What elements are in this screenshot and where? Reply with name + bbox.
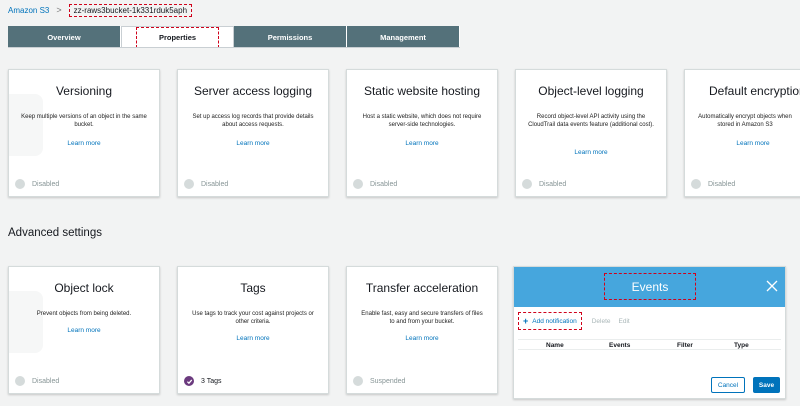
card-watermark-icon	[9, 291, 43, 353]
learn-more-link[interactable]: Learn more	[516, 149, 666, 156]
close-icon[interactable]	[765, 279, 779, 293]
column-header-filter: Filter	[677, 342, 693, 349]
add-notification-button[interactable]: + Add notification	[518, 312, 582, 330]
status-dot-icon	[353, 376, 363, 386]
status-dot-icon	[691, 179, 701, 189]
card-title: Default encryption	[709, 84, 800, 98]
add-notification-label: Add notification	[532, 317, 577, 325]
status-dot-icon	[15, 179, 25, 189]
card-title: Static website hosting	[363, 84, 481, 98]
card-status: Disabled	[522, 179, 566, 189]
card-status: Disabled	[184, 179, 228, 189]
delete-button[interactable]: Delete	[592, 318, 611, 325]
tags-card[interactable]: Tags Use tags to track your cost against…	[177, 266, 329, 394]
card-title: Tags	[240, 281, 266, 295]
card-status: Disabled	[691, 179, 735, 189]
card-title: Transfer acceleration	[365, 281, 479, 295]
card-title: Versioning	[55, 84, 113, 98]
events-table-header: Name Events Filter Type	[518, 339, 781, 350]
events-panel: Events + Add notification Delete Edit Na…	[513, 266, 786, 399]
card-description: Prevent objects from being deleted.	[36, 311, 132, 317]
learn-more-link[interactable]: Learn more	[178, 335, 328, 342]
events-title: Events	[604, 273, 696, 300]
card-status: Disabled	[353, 179, 397, 189]
card-status: Disabled	[15, 376, 59, 386]
card-description: Keep multiple versions of an object in t…	[21, 114, 147, 128]
column-header-type: Type	[734, 342, 749, 349]
card-description: Automatically encrypt objects when store…	[698, 114, 792, 128]
card-description: Enable fast, easy and secure transfers o…	[361, 311, 483, 325]
tab-properties-label: Properties	[135, 27, 220, 48]
card-description: Host a static website, which does not re…	[362, 114, 482, 128]
status-text: Disabled	[32, 180, 60, 188]
object-level-logging-card[interactable]: Object-level logging Record object-level…	[515, 69, 667, 197]
transfer-acceleration-card[interactable]: Transfer acceleration Enable fast, easy …	[346, 266, 498, 394]
breadcrumb-bucket-name: zz-raws3bucket-1k331rduk5aph	[68, 3, 193, 17]
learn-more-link[interactable]: Learn more	[723, 140, 783, 147]
plus-icon: +	[523, 316, 529, 326]
tab-divider	[8, 47, 460, 48]
status-dot-icon	[353, 179, 363, 189]
card-title: Object lock	[54, 281, 114, 295]
tab-management[interactable]: Management	[347, 26, 460, 48]
card-title: Server access logging	[193, 84, 313, 98]
status-text: Disabled	[708, 180, 736, 188]
object-lock-card[interactable]: Object lock Prevent objects from being d…	[8, 266, 160, 394]
card-title: Object-level logging	[538, 84, 644, 98]
tab-overview[interactable]: Overview	[8, 26, 121, 48]
edit-button[interactable]: Edit	[619, 318, 630, 325]
learn-more-link[interactable]: Learn more	[347, 140, 497, 147]
events-toolbar: + Add notification Delete Edit	[518, 312, 630, 330]
tab-properties[interactable]: Properties	[121, 26, 234, 48]
card-status: 3 Tags	[184, 376, 222, 386]
status-text: Disabled	[201, 180, 229, 188]
learn-more-link[interactable]: Learn more	[9, 327, 159, 334]
breadcrumb: Amazon S3 > zz-raws3bucket-1k331rduk5aph	[8, 2, 193, 18]
server-access-logging-card[interactable]: Server access logging Set up access log …	[177, 69, 329, 197]
default-encryption-card[interactable]: Default encryption Automatically encrypt…	[684, 69, 800, 197]
versioning-card[interactable]: Versioning Keep multiple versions of an …	[8, 69, 160, 197]
card-description: Record object-level API activity using t…	[528, 114, 654, 128]
column-header-events: Events	[609, 342, 631, 349]
save-button[interactable]: Save	[753, 377, 780, 393]
card-description: Use tags to track your cost against proj…	[192, 311, 314, 325]
status-dot-icon	[15, 376, 25, 386]
advanced-settings-heading: Advanced settings	[8, 227, 102, 239]
status-text: Disabled	[370, 180, 398, 188]
breadcrumb-amazon-s3-link[interactable]: Amazon S3	[8, 6, 49, 15]
card-description: Set up access log records that provide d…	[192, 114, 314, 128]
static-website-hosting-card[interactable]: Static website hosting Host a static web…	[346, 69, 498, 197]
status-text: 3 Tags	[201, 377, 222, 385]
cancel-button[interactable]: Cancel	[711, 377, 745, 393]
checkmark-icon	[184, 376, 194, 386]
tab-permissions[interactable]: Permissions	[234, 26, 347, 48]
learn-more-link[interactable]: Learn more	[9, 140, 159, 147]
status-text: Suspended	[370, 377, 406, 385]
events-header: Events	[514, 267, 785, 307]
card-status: Disabled	[15, 179, 59, 189]
status-dot-icon	[522, 179, 532, 189]
column-header-name: Name	[546, 342, 564, 349]
status-text: Disabled	[32, 377, 60, 385]
bucket-tabs: Overview Properties Permissions Manageme…	[8, 26, 460, 48]
status-dot-icon	[184, 179, 194, 189]
learn-more-link[interactable]: Learn more	[178, 140, 328, 147]
chevron-right-icon: >	[56, 5, 62, 15]
card-status: Suspended	[353, 376, 405, 386]
status-text: Disabled	[539, 180, 567, 188]
learn-more-link[interactable]: Learn more	[347, 335, 497, 342]
